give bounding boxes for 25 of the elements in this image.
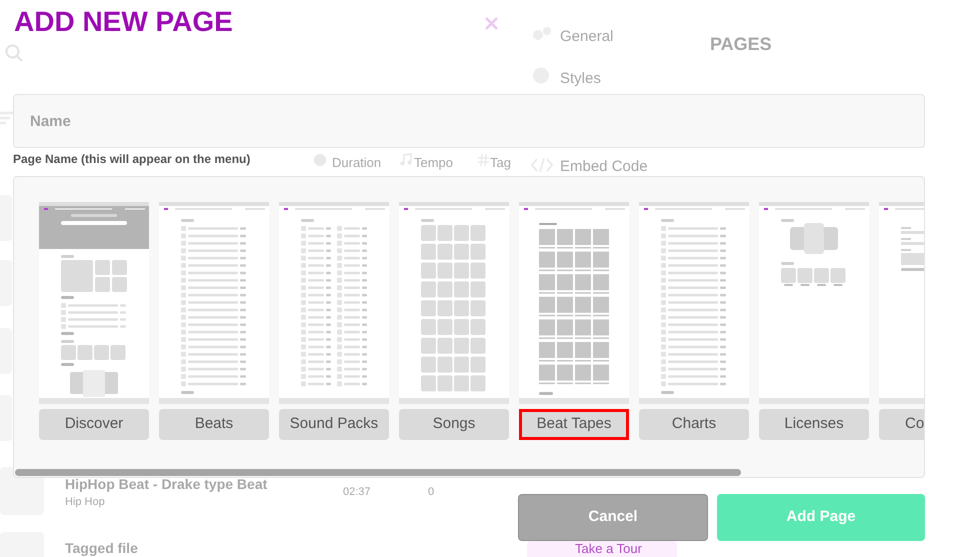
template-button[interactable]: Beat Tapes	[519, 409, 629, 440]
close-icon	[485, 17, 498, 30]
track-title: Tagged file	[65, 539, 138, 557]
template-button[interactable]: Sound Packs	[279, 409, 389, 440]
tour-button[interactable]: Take a Tour	[527, 541, 677, 557]
dialog-title: ADD NEW PAGE	[14, 6, 233, 38]
column-header: Tempo	[414, 154, 454, 172]
template-button[interactable]: Songs	[399, 409, 509, 440]
template-button[interactable]: Co	[879, 409, 924, 440]
column-header: Tag	[490, 154, 511, 172]
column-header: Duration	[332, 154, 382, 172]
track-title: HipHop Beat - Drake type Beat	[65, 475, 268, 494]
template-button[interactable]: Licenses	[759, 409, 869, 440]
track-plays: 0	[428, 485, 434, 500]
panel-title: PAGES	[710, 33, 772, 56]
template-button[interactable]: Charts	[639, 409, 749, 440]
track-genre: Hip Hop	[65, 495, 105, 510]
name-field[interactable]: Name	[13, 94, 925, 148]
track-duration: 02:37	[343, 485, 371, 500]
template-button[interactable]: Discover	[39, 409, 149, 440]
name-hint: Page Name (this will appear on the menu)	[13, 152, 250, 166]
search-icon	[5, 44, 23, 62]
sort-icon	[0, 111, 14, 127]
scrollbar-thumb[interactable]	[15, 469, 741, 476]
template-button[interactable]: Beats	[159, 409, 269, 440]
